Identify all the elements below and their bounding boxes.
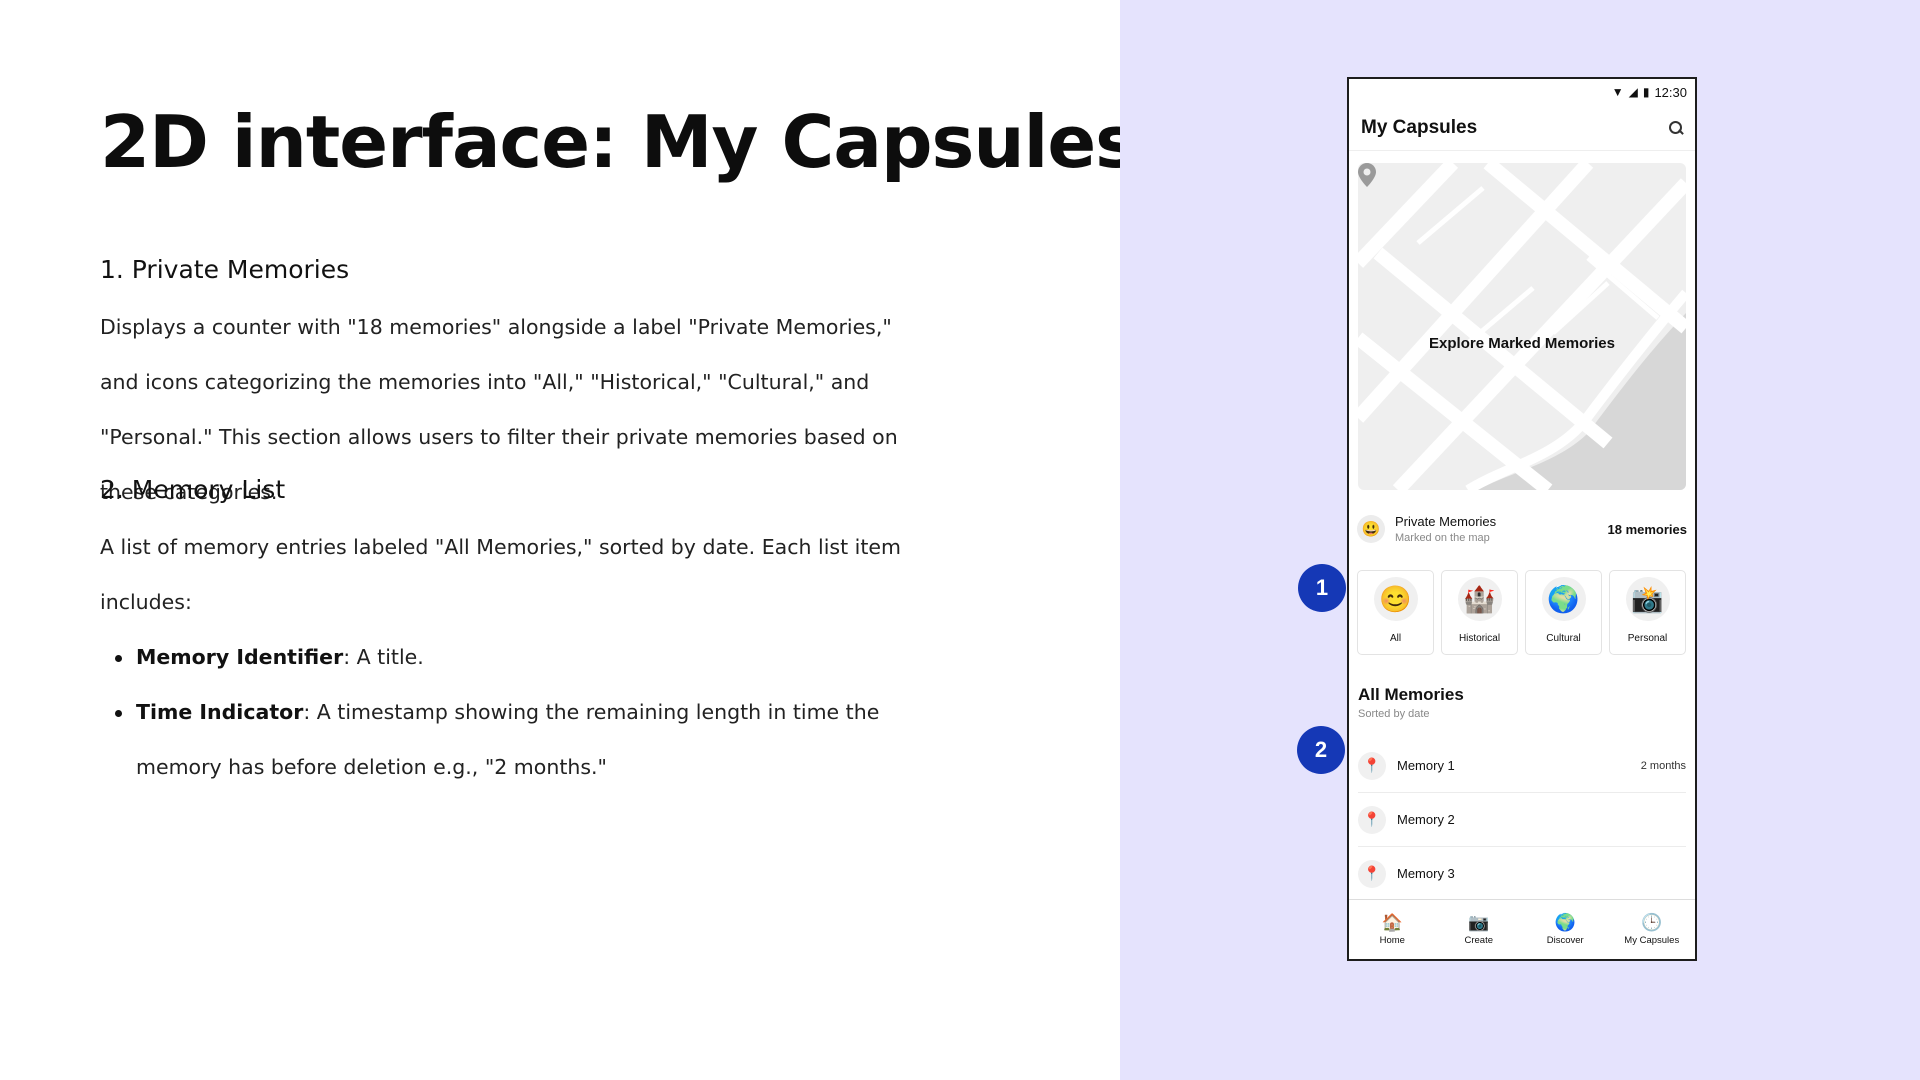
section-text-memory-list: A list of memory entries labeled "All Me… — [100, 535, 901, 614]
memory-time: 2 months — [1640, 759, 1686, 772]
status-time: 12:30 — [1654, 84, 1687, 100]
castle-icon: 🏰 — [1457, 577, 1502, 621]
globe-icon: 🌍 — [1554, 912, 1576, 932]
bullet-term: Memory Identifier — [136, 645, 344, 669]
page-title: 2D interface: My Capsules — [100, 100, 1138, 184]
house-icon: 🏠 — [1381, 912, 1403, 932]
smiley-icon: 😃 — [1357, 515, 1385, 543]
nav-label: My Capsules — [1624, 934, 1680, 946]
bullet-item: Memory Identifier: A title. — [115, 630, 936, 685]
category-historical[interactable]: 🏰 Historical — [1441, 570, 1518, 655]
nav-home[interactable]: 🏠 Home — [1349, 900, 1436, 959]
section-heading-memory-list: 2. Memory List — [100, 475, 286, 504]
bullet-term: Time Indicator — [136, 700, 304, 724]
category-all[interactable]: 😊 All — [1357, 570, 1434, 655]
signal-icon: ◢ — [1628, 85, 1638, 99]
memory-counter: 18 memories — [1607, 521, 1688, 537]
all-memories-header: All Memories Sorted by date — [1358, 685, 1464, 720]
category-personal[interactable]: 📸 Personal — [1609, 570, 1686, 655]
slide-text-column: 2D interface: My Capsules 1. Private Mem… — [100, 0, 1138, 1080]
category-filters: 😊 All 🏰 Historical 🌍 Cultural 📸 Personal — [1357, 570, 1688, 655]
nav-label: Home — [1379, 934, 1405, 946]
clock-icon: 🕒 — [1641, 912, 1663, 932]
private-memories-title: Private Memories — [1395, 514, 1497, 529]
callout-badge-2: 2 — [1297, 726, 1345, 774]
category-label: Historical — [1458, 633, 1501, 644]
nav-label: Create — [1464, 934, 1493, 946]
pushpin-icon: 📍 — [1358, 859, 1386, 888]
nav-create[interactable]: 📷 Create — [1436, 900, 1523, 959]
list-item[interactable]: 📍 Memory 2 — [1358, 793, 1686, 847]
list-item[interactable]: 📍 Memory 3 — [1358, 847, 1686, 901]
memory-name: Memory 2 — [1397, 812, 1455, 827]
globe-icon: 🌍 — [1541, 577, 1586, 621]
private-memories-text: Private Memories Marked on the map — [1395, 514, 1496, 544]
pushpin-icon: 📍 — [1358, 751, 1386, 780]
list-item[interactable]: 📍 Memory 1 2 months — [1358, 739, 1686, 793]
map-label: Explore Marked Memories — [1429, 335, 1615, 352]
category-cultural[interactable]: 🌍 Cultural — [1525, 570, 1602, 655]
battery-icon: ▮ — [1642, 85, 1650, 99]
memory-name: Memory 1 — [1397, 758, 1455, 773]
camera-icon: 📷 — [1468, 912, 1490, 932]
pushpin-icon: 📍 — [1358, 805, 1386, 834]
all-memories-subtitle: Sorted by date — [1358, 708, 1430, 720]
camera-flash-icon: 📸 — [1625, 577, 1670, 621]
app-bar: My Capsules — [1349, 105, 1695, 151]
map-pin-icon — [1358, 163, 1376, 187]
bullet-desc: : A title. — [343, 645, 424, 669]
map-card[interactable]: Explore Marked Memories — [1358, 163, 1686, 490]
nav-my-capsules[interactable]: 🕒 My Capsules — [1609, 900, 1696, 959]
wifi-icon: ▼ — [1611, 85, 1624, 99]
smile-icon: 😊 — [1373, 577, 1418, 621]
nav-discover[interactable]: 🌍 Discover — [1522, 900, 1609, 959]
section-heading-private-memories: 1. Private Memories — [100, 255, 350, 284]
callout-badge-1: 1 — [1298, 564, 1346, 612]
app-title: My Capsules — [1361, 116, 1478, 138]
all-memories-title: All Memories — [1358, 685, 1464, 704]
category-label: Personal — [1627, 633, 1668, 644]
phone-mockup: ▼ ◢ ▮ 12:30 My Capsules Explore Marked M… — [1347, 77, 1697, 961]
category-label: Cultural — [1546, 633, 1581, 644]
map-streets — [1358, 163, 1686, 490]
category-label: All — [1389, 633, 1402, 644]
memory-name: Memory 3 — [1397, 866, 1455, 881]
search-icon[interactable] — [1669, 120, 1683, 135]
status-bar: ▼ ◢ ▮ 12:30 — [1349, 79, 1695, 105]
private-memories-subtitle: Marked on the map — [1395, 532, 1490, 544]
nav-label: Discover — [1546, 934, 1584, 946]
bottom-nav: 🏠 Home 📷 Create 🌍 Discover 🕒 My Capsules — [1349, 899, 1695, 959]
private-memories-row[interactable]: 😃 Private Memories Marked on the map 18 … — [1357, 507, 1687, 551]
bullet-item: Time Indicator: A timestamp showing the … — [115, 685, 936, 795]
memory-list: 📍 Memory 1 2 months 📍 Memory 2 📍 Memory … — [1358, 739, 1686, 901]
bullet-list: Memory Identifier: A title. Time Indicat… — [115, 630, 936, 795]
